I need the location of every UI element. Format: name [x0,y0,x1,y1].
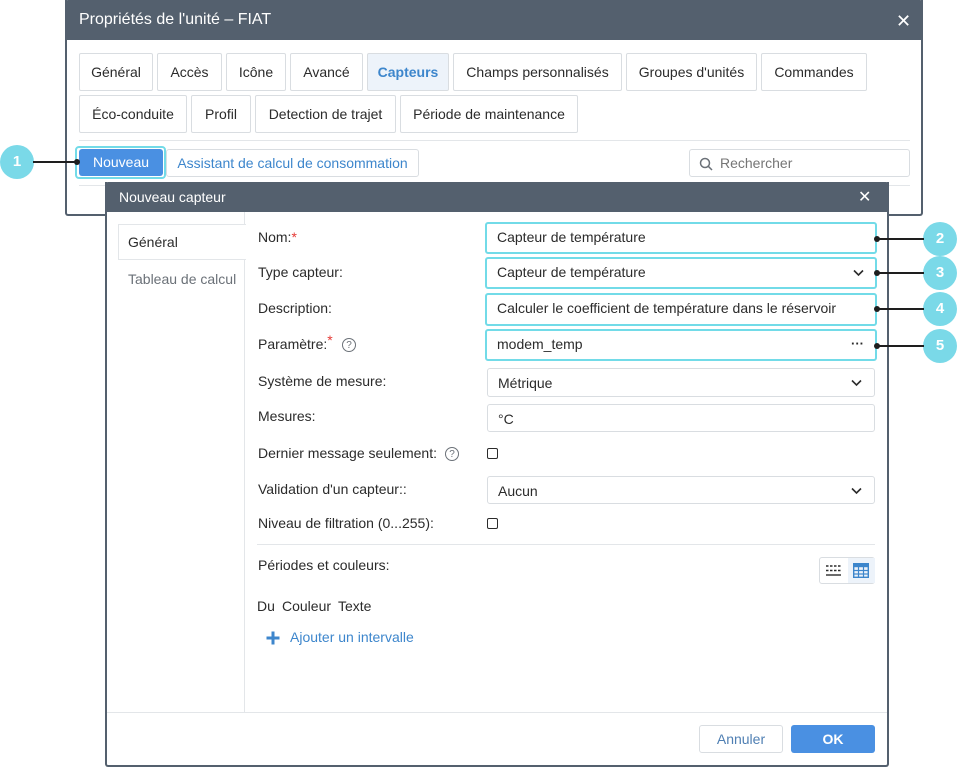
intervals-label: Périodes et couleurs: [258,557,390,573]
validation-select[interactable]: Aucun [487,476,875,504]
callout-3-line [876,272,924,274]
side-tab-general[interactable]: Général [118,224,246,260]
callout-5-line [876,345,924,347]
tab-unit-groups[interactable]: Groupes d'unités [626,53,757,91]
chevron-down-icon [853,269,864,277]
callout-4: 4 [923,292,957,326]
units-input[interactable]: °C [487,404,875,432]
close-icon[interactable]: ✕ [896,12,911,30]
description-label: Description: [258,300,332,316]
callout-4-dot [874,306,880,312]
search-box[interactable] [689,149,910,177]
filter-checkbox[interactable] [487,518,498,529]
tab-commands[interactable]: Commandes [761,53,867,91]
filter-label: Niveau de filtration (0...255): [258,515,434,531]
column-from: Du [257,598,275,614]
last-message-label: Dernier message seulement: [258,445,437,461]
new-button[interactable]: Nouveau [79,149,163,176]
chevron-down-icon [851,487,862,495]
footer-divider [107,712,887,713]
close-icon[interactable]: ✕ [858,189,871,207]
callout-2-line [876,238,924,240]
required-mark: * [291,229,297,245]
unit-properties-title-bar: Propriétés de l'unité – FIAT [65,0,923,40]
parameter-input[interactable]: modem_temp ··· [485,329,877,361]
new-sensor-title-bar: Nouveau capteur [105,182,889,212]
tab-trip-detection[interactable]: Detection de trajet [255,95,396,133]
tab-icon[interactable]: Icône [226,53,286,91]
required-mark: * [327,332,333,348]
type-select[interactable]: Capteur de température [485,257,877,289]
validation-label: Validation d'un capteur:: [258,481,407,497]
column-color: Couleur [282,598,332,614]
callout-1-line [33,161,77,163]
units-label: Mesures: [258,408,316,424]
tab-custom-fields[interactable]: Champs personnalisés [453,53,622,91]
callout-3: 3 [923,256,957,290]
callout-2-dot [874,236,880,242]
tab-maintenance[interactable]: Période de maintenance [400,95,578,133]
tab-advanced[interactable]: Avancé [290,53,363,91]
search-icon [699,157,713,171]
measure-system-label: Système de mesure: [258,373,387,389]
tab-sensors[interactable]: Capteurs [367,53,449,91]
tab-profile[interactable]: Profil [191,95,251,133]
add-interval-label: Ajouter un intervalle [290,629,414,645]
callout-5: 5 [923,329,957,363]
last-message-checkbox[interactable] [487,448,498,459]
search-input[interactable] [718,153,903,173]
measure-system-select[interactable]: Métrique [487,368,875,397]
callout-2: 2 [923,222,957,256]
cancel-button[interactable]: Annuler [699,725,783,753]
sensor-sidebar [107,212,245,712]
help-icon[interactable]: ? [445,447,459,461]
consumption-wizard-button[interactable]: Assistant de calcul de consommation [166,149,419,177]
help-icon[interactable]: ? [342,338,356,352]
table-view-button[interactable] [848,558,875,583]
column-text: Texte [338,598,372,614]
ok-button[interactable]: OK [791,725,875,753]
name-input[interactable]: Capteur de température [485,222,877,254]
side-tab-calculation-table[interactable]: Tableau de calcul [128,271,236,287]
tabs-divider [79,140,910,141]
plus-icon [266,631,280,645]
unit-properties-title: Propriétés de l'unité – FIAT [79,11,272,28]
list-view-button[interactable] [820,558,847,583]
parameter-label: Paramètre:* [258,332,333,352]
type-label: Type capteur: [258,264,343,280]
list-view-icon [826,565,841,576]
callout-4-line [876,308,924,310]
callout-1: 1 [0,145,34,179]
form-divider [257,544,875,545]
tab-access[interactable]: Accès [157,53,222,91]
callout-3-dot [874,270,880,276]
new-sensor-title: Nouveau capteur [119,189,226,205]
description-input[interactable]: Calculer le coefficient de température d… [485,293,877,326]
callout-1-dot [74,159,80,165]
tab-eco-driving[interactable]: Éco-conduite [79,95,187,133]
view-toggle [819,557,875,584]
more-options-icon[interactable]: ··· [851,331,864,357]
callout-5-dot [874,343,880,349]
chevron-down-icon [851,379,862,387]
name-label: Nom:* [258,229,297,245]
table-view-icon [853,563,869,578]
tab-general[interactable]: Général [79,53,153,91]
